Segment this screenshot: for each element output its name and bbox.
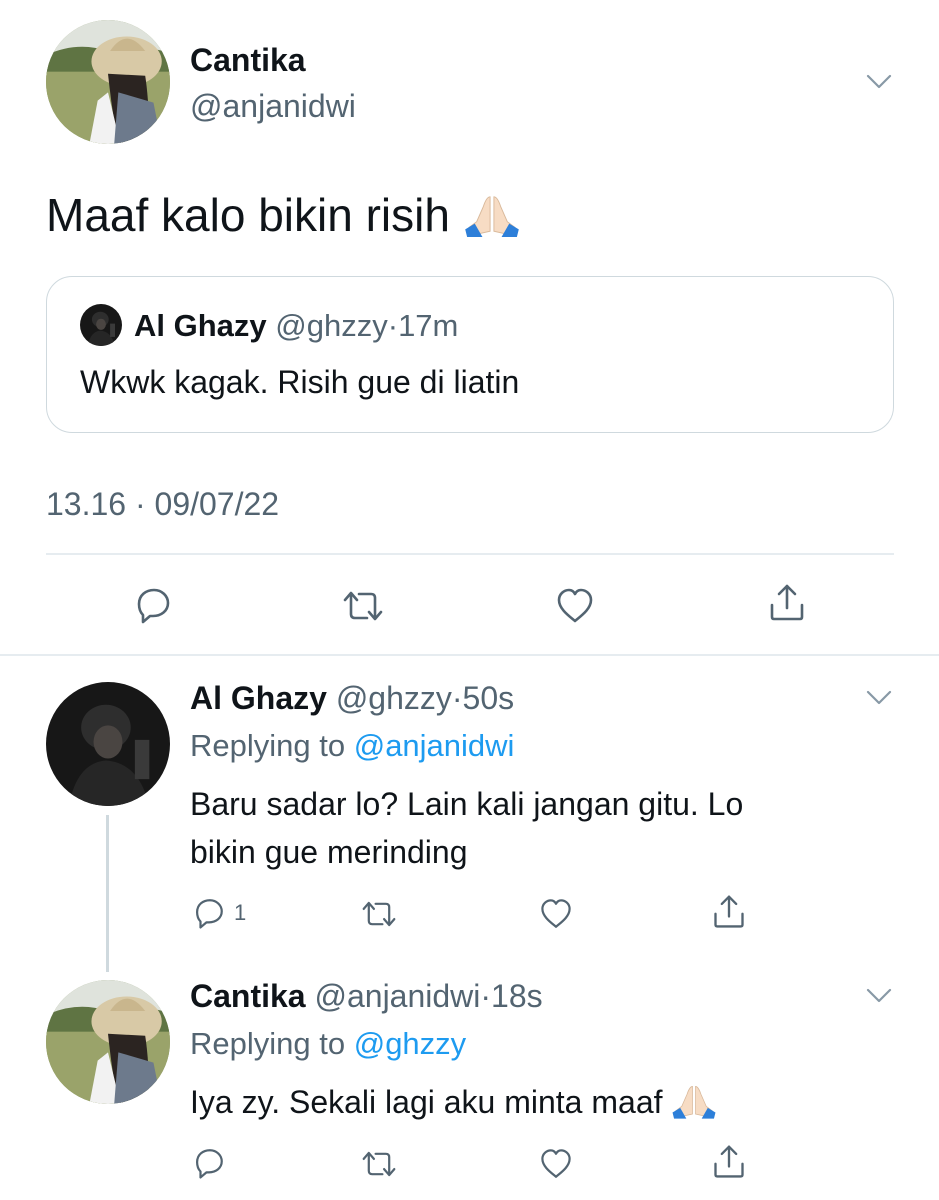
quoted-author-name: Al Ghazy [134, 308, 267, 343]
reply-count: 1 [234, 900, 247, 925]
reply-text: Baru sadar lo? Lain kali jangan gitu. Lo… [190, 780, 743, 876]
share-button[interactable] [711, 1144, 747, 1180]
chevron-down-icon[interactable] [866, 690, 892, 706]
share-button[interactable] [711, 894, 747, 930]
like-icon [539, 897, 573, 931]
chevron-down-icon[interactable] [866, 988, 892, 1004]
divider [46, 553, 894, 555]
replying-to-handle[interactable]: @anjanidwi [354, 728, 515, 763]
reply-author-avatar[interactable] [46, 682, 170, 806]
reply-text: Iya zy. Sekali lagi aku minta maaf [190, 1078, 717, 1126]
reply-icon [192, 1146, 226, 1180]
reply-text-line: bikin gue merinding [190, 834, 468, 870]
replying-to-line: Replying to @ghzzy [190, 1026, 466, 1062]
folded-hands-emoji [463, 193, 521, 237]
reply-header: Cantika @anjanidwi·18s [190, 978, 543, 1015]
folded-hands-emoji [671, 1083, 717, 1119]
share-icon [767, 583, 807, 623]
like-icon [539, 1147, 573, 1181]
share-icon [711, 1144, 747, 1180]
retweet-button[interactable] [341, 586, 385, 626]
share-button[interactable] [767, 583, 807, 623]
reply-time: 50s [462, 680, 515, 716]
quoted-time: 17m [398, 308, 459, 343]
replying-to-label: Replying to [190, 1026, 346, 1061]
like-icon [555, 586, 595, 626]
replying-to-line: Replying to @anjanidwi [190, 728, 514, 764]
author-name[interactable]: Cantika [190, 42, 306, 79]
separator-dot: · [387, 308, 399, 343]
share-icon [711, 894, 747, 930]
retweet-icon [341, 586, 385, 626]
reply-time: 18s [491, 978, 543, 1014]
tweet-text: Maaf kalo bikin risih [46, 188, 521, 242]
retweet-icon [360, 1147, 398, 1181]
reply-author-handle[interactable]: @ghzzy [336, 680, 452, 716]
like-button[interactable] [539, 1147, 573, 1181]
reply-text-content: Iya zy. Sekali lagi aku minta maaf [190, 1084, 663, 1120]
replying-to-label: Replying to [190, 728, 346, 763]
quoted-author-handle: @ghzzy [275, 308, 388, 343]
reply-icon [133, 585, 173, 625]
reply-button[interactable] [192, 1146, 226, 1180]
reply-author-name[interactable]: Cantika [190, 978, 306, 1014]
like-button[interactable] [539, 897, 573, 931]
like-button[interactable] [555, 586, 595, 626]
reply-author-name[interactable]: Al Ghazy [190, 680, 327, 716]
reply-text-line: Baru sadar lo? Lain kali jangan gitu. Lo [190, 786, 744, 822]
quoted-tweet-header: Al Ghazy @ghzzy·17m [134, 308, 458, 344]
separator-dot: · [480, 978, 492, 1014]
chevron-down-icon[interactable] [866, 74, 892, 90]
tweet-text-content: Maaf kalo bikin risih [46, 189, 450, 241]
author-handle[interactable]: @anjanidwi [190, 88, 356, 125]
reply-icon [192, 896, 226, 930]
quoted-tweet-card[interactable] [46, 276, 894, 433]
tweet-timestamp: 13.16 · 09/07/22 [46, 486, 280, 522]
retweet-button[interactable] [360, 1147, 398, 1181]
retweet-icon [360, 897, 398, 931]
reply-header: Al Ghazy @ghzzy·50s [190, 680, 514, 717]
quoted-author-avatar [80, 304, 122, 346]
reply-author-avatar[interactable] [46, 980, 170, 1104]
divider [0, 654, 939, 656]
quoted-tweet-text: Wkwk kagak. Risih gue di liatin [80, 364, 520, 400]
replying-to-handle[interactable]: @ghzzy [354, 1026, 466, 1061]
retweet-button[interactable] [360, 897, 398, 931]
reply-author-handle[interactable]: @anjanidwi [314, 978, 480, 1014]
separator-dot: · [451, 680, 463, 716]
reply-button[interactable] [133, 585, 173, 625]
reply-button[interactable] [192, 896, 226, 930]
author-avatar[interactable] [46, 20, 170, 144]
thread-connector-line [106, 815, 109, 972]
